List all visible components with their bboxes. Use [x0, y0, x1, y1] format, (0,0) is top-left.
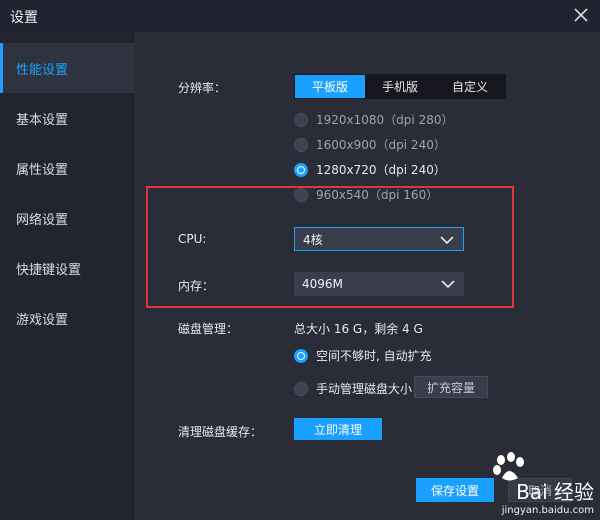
sidebar-item-basic[interactable]: 基本设置	[0, 93, 134, 143]
watermark: Bai 经验 jingyan.baidu.com	[502, 476, 594, 516]
expand-capacity-button[interactable]: 扩充容量	[414, 376, 488, 398]
sidebar-item-label: 基本设置	[16, 112, 69, 128]
window-title: 设置	[10, 10, 38, 26]
sidebar-item-label: 性能设置	[16, 62, 69, 78]
cpu-label: CPU:	[178, 232, 207, 246]
radio-icon	[294, 137, 308, 152]
sidebar-item-network[interactable]: 网络设置	[0, 193, 134, 243]
disk-auto-expand-option[interactable]: 空间不够时, 自动扩充	[294, 347, 432, 364]
chevron-down-icon	[440, 236, 454, 245]
watermark-url: jingyan.baidu.com	[501, 505, 594, 516]
radio-selected-icon	[294, 348, 308, 363]
sidebar: 性能设置 基本设置 属性设置 网络设置 快捷键设置 游戏设置	[0, 32, 134, 520]
resolution-option-1600[interactable]: 1600x900（dpi 240）	[294, 136, 446, 153]
clear-now-button[interactable]: 立即清理	[294, 418, 382, 440]
disk-summary: 总大小 16 G，剩余 4 G	[294, 322, 423, 336]
tab-phone[interactable]: 手机版	[365, 75, 435, 98]
resolution-option-1920[interactable]: 1920x1080（dpi 280）	[294, 111, 453, 128]
close-button[interactable]	[568, 2, 594, 28]
sidebar-item-shortcuts[interactable]: 快捷键设置	[0, 243, 134, 293]
sidebar-item-properties[interactable]: 属性设置	[0, 143, 134, 193]
memory-value: 4096M	[302, 277, 343, 291]
save-settings-button[interactable]: 保存设置	[416, 478, 494, 502]
radio-icon	[294, 381, 308, 396]
option-label: 手动管理磁盘大小	[316, 382, 413, 396]
sidebar-item-performance[interactable]: 性能设置	[0, 43, 134, 93]
memory-label: 内存：	[178, 279, 215, 293]
sidebar-item-label: 游戏设置	[16, 312, 69, 328]
option-label: 空间不够时, 自动扩充	[316, 349, 432, 363]
resolution-label: 分辨率：	[178, 81, 227, 95]
option-label: 1600x900（dpi 240）	[316, 138, 446, 152]
memory-select[interactable]: 4096M	[294, 272, 464, 296]
resolution-option-1280[interactable]: 1280x720（dpi 240）	[294, 161, 446, 178]
tab-tablet[interactable]: 平板版	[295, 75, 365, 98]
disk-manual-option[interactable]: 手动管理磁盘大小	[294, 380, 412, 397]
radio-icon	[294, 112, 308, 127]
resolution-mode-tabs: 平板版 手机版 自定义	[294, 74, 506, 99]
sidebar-item-label: 网络设置	[16, 212, 69, 228]
tab-custom[interactable]: 自定义	[435, 75, 505, 98]
title-bar: 设置	[0, 0, 600, 32]
cpu-value: 4核	[303, 232, 323, 247]
sidebar-item-label: 属性设置	[16, 162, 69, 178]
cache-label: 清理磁盘缓存：	[178, 425, 263, 439]
option-label: 1920x1080（dpi 280）	[316, 113, 454, 127]
watermark-brand: Bai 经验	[516, 480, 594, 504]
radio-selected-icon	[294, 162, 308, 177]
sidebar-item-game[interactable]: 游戏设置	[0, 293, 134, 343]
option-label: 1280x720（dpi 240）	[316, 163, 446, 177]
chevron-down-icon	[441, 280, 455, 289]
disk-label: 磁盘管理：	[178, 322, 239, 336]
cpu-select[interactable]: 4核	[294, 227, 464, 251]
sidebar-item-label: 快捷键设置	[16, 262, 82, 278]
close-icon	[574, 8, 588, 22]
